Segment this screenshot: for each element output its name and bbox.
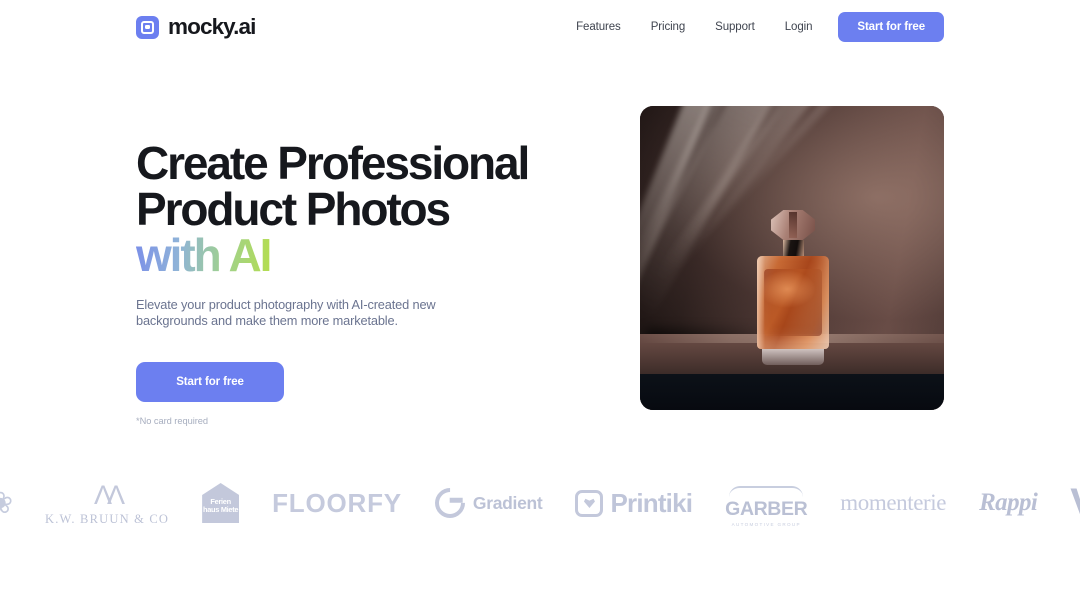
logo-printiki: Printiki <box>575 487 693 519</box>
kw-bruun-label: K.W. BRUUN & CO <box>44 511 170 526</box>
hero-product-photo <box>640 106 944 410</box>
no-card-required-note: *No card required <box>136 415 209 426</box>
bottle-base <box>762 349 824 365</box>
car-silhouette-icon <box>729 486 804 497</box>
logo-leaf: ❀ <box>0 486 14 521</box>
photo-foreground <box>640 374 944 410</box>
headline-line-1: Create Professional <box>136 137 530 189</box>
hero-subtitle: Elevate your product photography with AI… <box>136 297 436 329</box>
logo-garber: GARBER AUTOMOTIVE GROUP <box>725 479 808 527</box>
rappi-label: Rappi <box>979 489 1038 516</box>
nav-item-pricing[interactable]: Pricing <box>636 21 700 33</box>
logo-floorfy: FLOORFY <box>272 488 402 519</box>
headline-gradient-text: with AI <box>136 229 272 281</box>
garber-sublabel: AUTOMOTIVE GROUP <box>731 522 801 527</box>
gradient-label: Gradient <box>472 492 543 513</box>
bottle-neck <box>782 240 804 256</box>
headline-line-2: Product Photos <box>136 183 451 235</box>
hero-section: Create Professional Product Photos with … <box>0 106 1080 426</box>
garber-label: GARBER <box>725 498 808 520</box>
v-label: V <box>1070 481 1080 526</box>
logo-rappi: Rappi <box>979 489 1038 517</box>
client-logo-strip: ❀ ΛΛ K.W. BRUUN & CO Ferien haus Miete F… <box>0 468 1080 538</box>
hero-start-for-free-button[interactable]: Start for free <box>136 361 284 402</box>
momenterie-label: momenterie <box>840 490 947 515</box>
bottle-cap <box>771 210 815 240</box>
printiki-label: Printiki <box>610 487 693 518</box>
main-nav: Features Pricing Support Login Start for… <box>561 12 944 42</box>
hero-copy: Create Professional Product Photos with … <box>136 106 536 426</box>
logo-gradient: Gradient <box>428 481 543 525</box>
nav-item-support[interactable]: Support <box>700 21 770 33</box>
header-start-for-free-button[interactable]: Start for free <box>838 12 944 42</box>
hero-image-wrap <box>640 106 944 410</box>
nav-item-features[interactable]: Features <box>561 21 636 33</box>
site-header: mocky.ai Features Pricing Support Login … <box>0 0 1080 54</box>
camera-heart-icon <box>575 489 604 517</box>
logo-ferienhausmiete: Ferien haus Miete <box>202 483 240 523</box>
logo-kw-bruun: ΛΛ K.W. BRUUN & CO <box>45 480 169 527</box>
floorfy-label: FLOORFY <box>272 487 402 518</box>
nav-item-login[interactable]: Login <box>770 21 828 33</box>
page-title: Create Professional Product Photos with … <box>136 140 536 278</box>
gradient-g-icon <box>428 481 472 525</box>
brand-name: mocky.ai <box>168 14 256 39</box>
logo-square-icon <box>136 15 159 39</box>
brand-logo[interactable]: mocky.ai <box>136 14 256 40</box>
perfume-bottle <box>757 210 829 365</box>
ferienhausmiete-label: Ferien haus Miete <box>203 497 239 514</box>
bottle-body <box>757 256 829 349</box>
house-icon: Ferien haus Miete <box>202 483 240 523</box>
leaf-logo-icon: ❀ <box>0 486 14 520</box>
logo-momenterie: momenterie <box>840 490 946 516</box>
kw-bruun-mark-icon: ΛΛ <box>94 479 125 510</box>
logo-v: V <box>1070 481 1080 526</box>
